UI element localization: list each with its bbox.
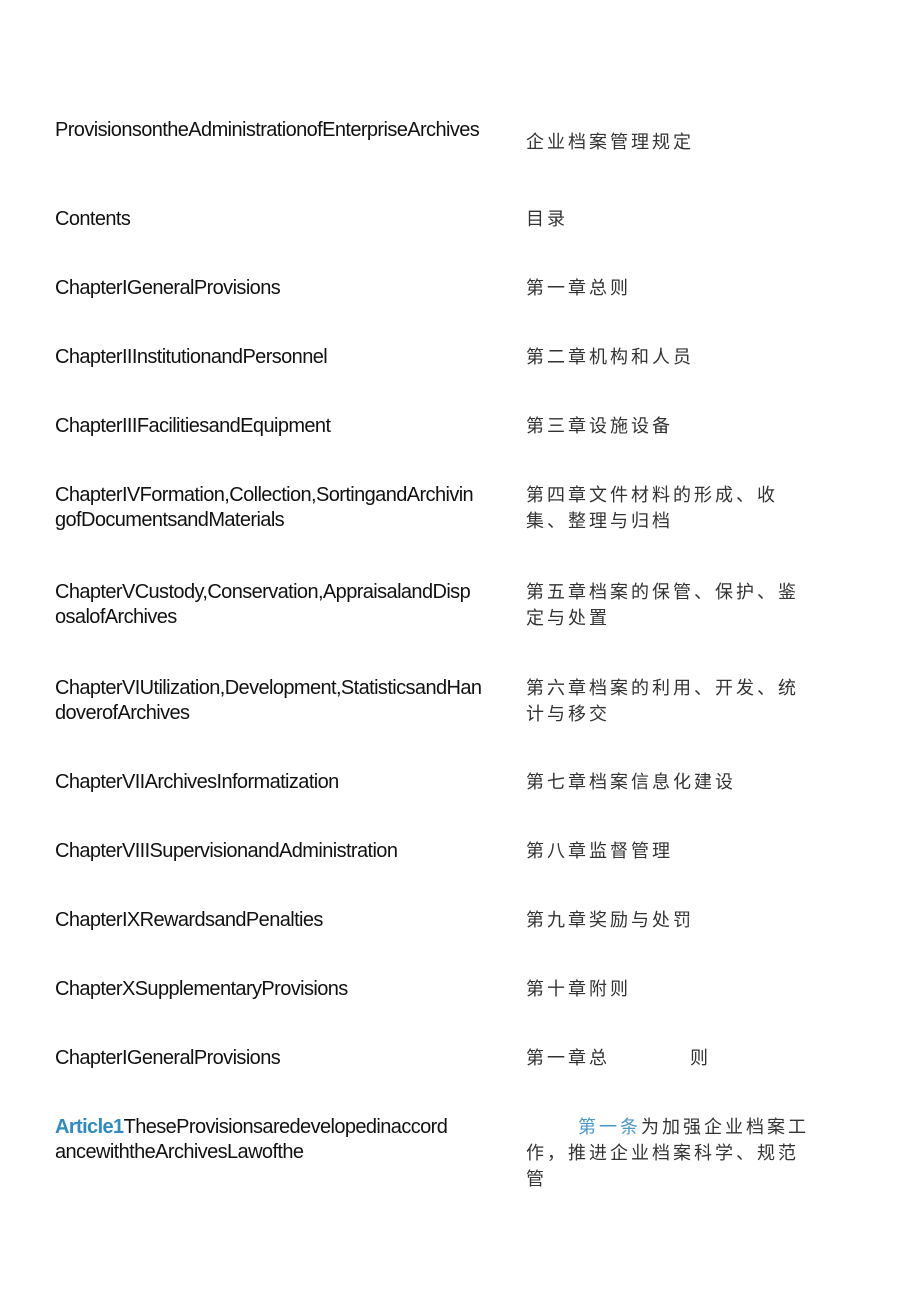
toc-item-en: ChapterVIIArchivesInformatization [55,771,339,793]
chapter-heading-zh-part1: 第一章总 [526,1048,610,1069]
chapter-heading-zh-part2: 则 [690,1048,711,1069]
article-1-text-zh: 为加强企业档案工作，推进企业档案科学、规范管 [526,1117,809,1190]
chapter-heading-zh: 第一章总 则 [526,1046,816,1072]
toc-item-en: ChapterXSupplementaryProvisions [55,978,348,1000]
chapter-heading-en: ChapterIGeneralProvisions [55,1047,281,1069]
toc-item-zh: 第一章总则 [526,278,631,299]
toc-item-en: ChapterVIIISupervisionandAdministration [55,840,398,862]
article-1-label-zh: 第一条 [578,1117,641,1138]
toc-item-zh: 第八章监督管理 [526,841,673,862]
article-1-label-en: Article1 [55,1116,124,1138]
toc-item-zh: 第十章附则 [526,979,631,1000]
toc-item-zh: 第九章奖励与处罚 [526,910,694,931]
toc-item-zh: 第三章设施设备 [526,416,673,437]
toc-item-zh: 第六章档案的利用、开发、统计与移交 [526,678,799,725]
toc-item-en: ChapterVCustody,Conservation,Appraisalan… [55,581,471,628]
toc-item-en: ChapterVIUtilization,Development,Statist… [55,677,482,724]
article-1-en: Article1TheseProvisionsaredevelopedinacc… [55,1115,455,1165]
toc-item-en: ChapterIIInstitutionandPersonnel [55,346,328,368]
toc-item-en: ChapterIXRewardsandPenalties [55,909,323,931]
document-title-en: ProvisionsontheAdministrationofEnterpris… [55,119,480,141]
contents-heading-zh: 目录 [526,209,568,230]
toc-item-zh: 第四章文件材料的形成、收集、整理与归档 [526,485,778,532]
contents-heading-en: Contents [55,208,131,230]
toc-item-en: ChapterIGeneralProvisions [55,277,281,299]
document-title-zh: 企业档案管理规定 [526,132,694,153]
article-1-zh: 第一条为加强企业档案工作，推进企业档案科学、规范管 [526,1115,816,1193]
toc-item-en: ChapterIIIFacilitiesandEquipment [55,415,331,437]
toc-item-zh: 第五章档案的保管、保护、鉴定与处置 [526,582,799,629]
toc-item-en: ChapterIVFormation,Collection,Sortingand… [55,484,474,531]
toc-item-zh: 第七章档案信息化建设 [526,772,736,793]
toc-item-zh: 第二章机构和人员 [526,347,694,368]
